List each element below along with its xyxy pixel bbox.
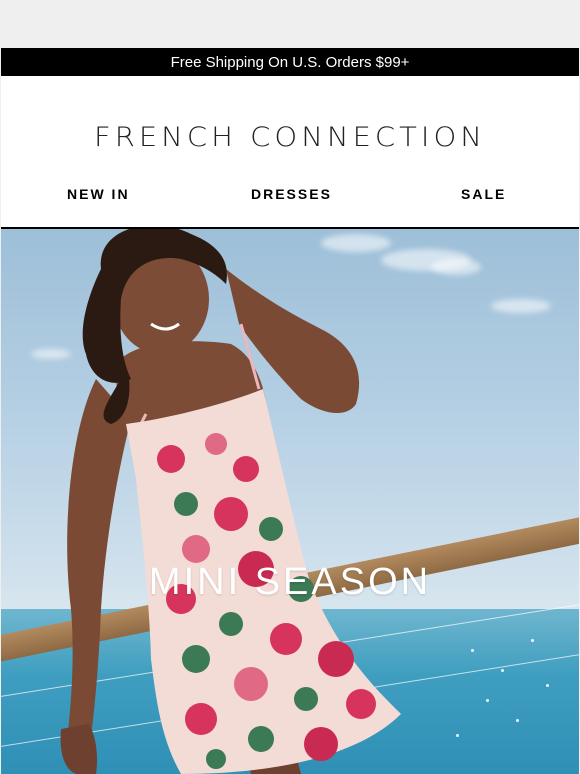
top-spacer xyxy=(0,0,580,48)
hero-banner[interactable]: MINI SEASON xyxy=(1,229,579,774)
header: FRENCH CONNECTION NEW IN DRESSES SALE xyxy=(1,76,579,229)
promo-text: Free Shipping On U.S. Orders $99+ xyxy=(170,53,410,71)
hero-title[interactable]: MINI SEASON xyxy=(1,561,579,604)
model-figure xyxy=(60,229,401,774)
nav-dresses[interactable]: DRESSES xyxy=(251,186,332,202)
main-nav: NEW IN DRESSES SALE xyxy=(1,186,579,204)
promo-banner[interactable]: Free Shipping On U.S. Orders $99+ xyxy=(1,48,579,76)
nav-new-in[interactable]: NEW IN xyxy=(67,186,130,202)
brand-logo[interactable]: FRENCH CONNECTION xyxy=(1,121,579,152)
nav-sale[interactable]: SALE xyxy=(461,186,506,202)
